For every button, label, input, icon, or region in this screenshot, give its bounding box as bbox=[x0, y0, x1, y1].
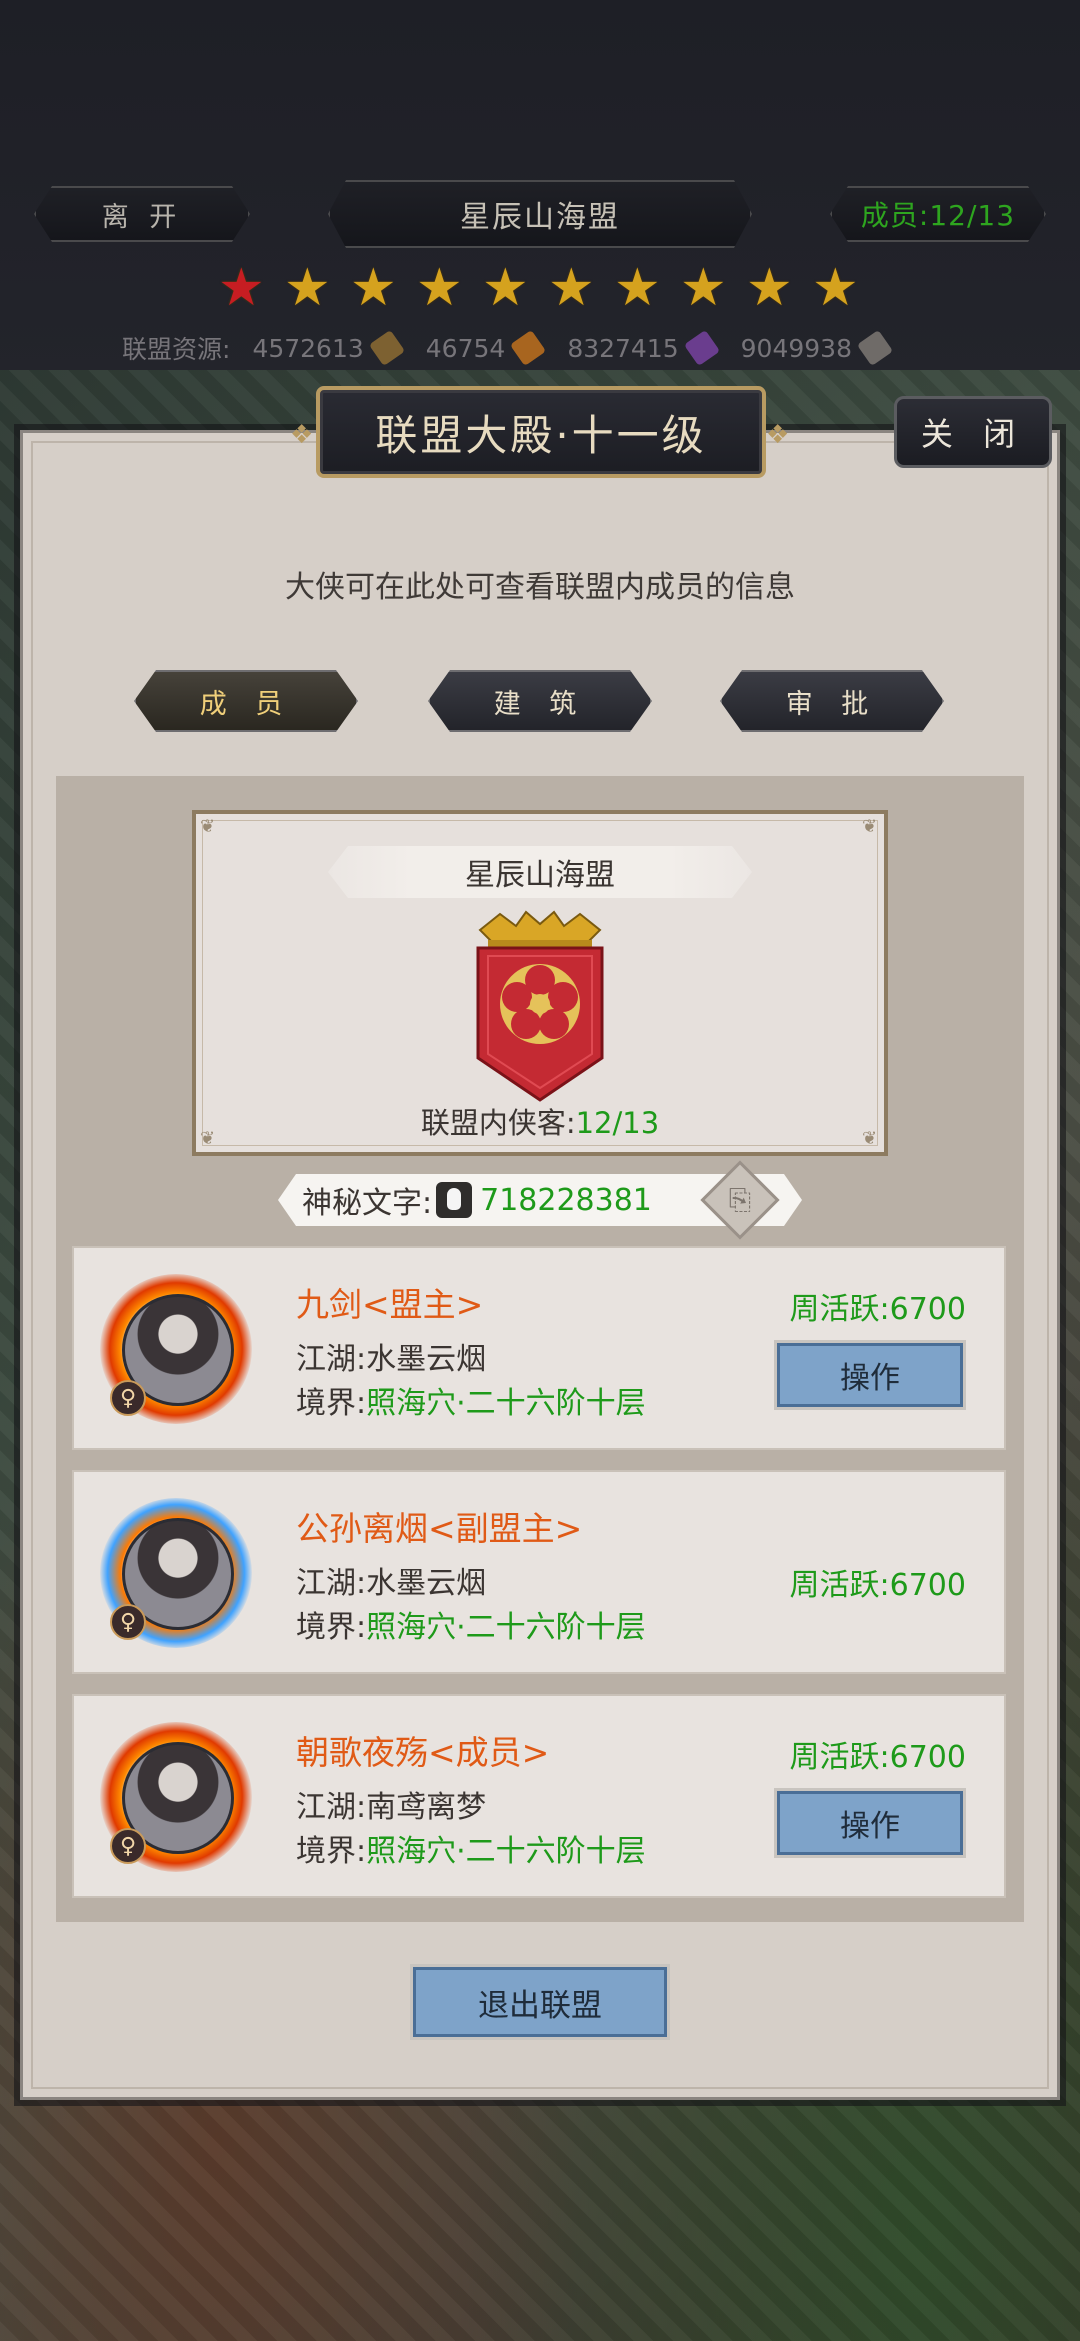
qq-penguin-icon bbox=[436, 1182, 472, 1218]
star-icon: ★ bbox=[416, 258, 463, 318]
star-icon: ★ bbox=[812, 258, 859, 318]
member-name: 公孙离烟<副盟主> bbox=[296, 1509, 583, 1548]
member-realm: 境界:照海穴·二十六阶十层 bbox=[296, 1378, 646, 1422]
realm-value: 照海穴·二十六阶十层 bbox=[366, 1386, 646, 1421]
member-name: 九剑<盟主> bbox=[296, 1285, 484, 1324]
realm-label: 境界: bbox=[296, 1610, 367, 1645]
female-icon: ♀ bbox=[110, 1604, 146, 1640]
alliance-resources: 联盟资源: 4572613 46754 8327415 9049938 bbox=[122, 329, 914, 367]
star-icon: ★ bbox=[218, 258, 265, 318]
realm-label: 境界: bbox=[296, 1834, 367, 1869]
resource-item: 9049938 bbox=[740, 329, 894, 367]
tab-members[interactable]: 成 员 bbox=[134, 670, 358, 732]
realm-value: 照海穴·二十六阶十层 bbox=[366, 1834, 646, 1869]
female-icon: ♀ bbox=[110, 1828, 146, 1864]
alliance-banner-emblem bbox=[476, 910, 604, 1102]
member-name: 朝歌夜殇<成员> bbox=[296, 1733, 550, 1772]
member-jianghu: 江湖:水墨云烟 bbox=[296, 1558, 486, 1602]
close-button[interactable]: 关 闭 bbox=[894, 396, 1052, 468]
operate-button[interactable]: 操作 bbox=[774, 1788, 966, 1858]
scroll-icon bbox=[368, 329, 405, 367]
avatar[interactable]: ♀ bbox=[100, 1274, 252, 1424]
member-weekly-activity: 周活跃:6700 bbox=[789, 1292, 966, 1327]
member-row: ♀ 朝歌夜殇<成员> 江湖:南鸢离梦 境界:照海穴·二十六阶十层 周活跃:670… bbox=[72, 1694, 1006, 1898]
alliance-stars: ★ ★ ★ ★ ★ ★ ★ ★ ★ ★ bbox=[218, 258, 859, 318]
token-icon bbox=[510, 329, 547, 367]
avatar[interactable]: ♀ bbox=[100, 1498, 252, 1648]
realm-value: 照海穴·二十六阶十层 bbox=[366, 1610, 646, 1645]
star-icon: ★ bbox=[746, 258, 793, 318]
panel-title: 联盟大殿·十一级 bbox=[316, 386, 766, 478]
corner-ornament: ❦ bbox=[862, 816, 878, 837]
tab-approval[interactable]: 审 批 bbox=[720, 670, 944, 732]
member-realm: 境界:照海穴·二十六阶十层 bbox=[296, 1826, 646, 1870]
realm-label: 境界: bbox=[296, 1386, 367, 1421]
star-icon: ★ bbox=[350, 258, 397, 318]
copy-icon: ⎘ bbox=[728, 1183, 752, 1216]
star-icon: ★ bbox=[614, 258, 661, 318]
alliance-name: 星辰山海盟 bbox=[328, 846, 752, 898]
secret-value: 718228381 bbox=[480, 1182, 652, 1218]
panel-description: 大侠可在此处可查看联盟内成员的信息 bbox=[285, 570, 795, 605]
operate-button[interactable]: 操作 bbox=[774, 1340, 966, 1410]
resource-value: 4572613 bbox=[252, 333, 364, 363]
member-jianghu: 江湖:水墨云烟 bbox=[296, 1334, 486, 1378]
jianghu-value: 南鸢离梦 bbox=[366, 1790, 487, 1825]
member-weekly-activity: 周活跃:6700 bbox=[789, 1568, 966, 1603]
star-icon: ★ bbox=[680, 258, 727, 318]
count-label: 联盟内侠客: bbox=[420, 1106, 576, 1140]
ingot-icon bbox=[856, 329, 894, 367]
leave-button[interactable]: 离 开 bbox=[34, 186, 250, 242]
alliance-title: 星辰山海盟 bbox=[328, 180, 752, 248]
jianghu-label: 江湖: bbox=[296, 1790, 367, 1825]
member-realm: 境界:照海穴·二十六阶十层 bbox=[296, 1602, 646, 1646]
resource-value: 8327415 bbox=[567, 333, 679, 363]
resource-item: 4572613 bbox=[252, 329, 405, 367]
jianghu-value: 水墨云烟 bbox=[366, 1566, 487, 1601]
resources-label: 联盟资源: bbox=[122, 335, 231, 364]
crystal-icon bbox=[683, 329, 720, 367]
jianghu-label: 江湖: bbox=[296, 1342, 367, 1377]
star-icon: ★ bbox=[548, 258, 595, 318]
quit-alliance-button[interactable]: 退出联盟 bbox=[410, 1964, 670, 2040]
female-icon: ♀ bbox=[110, 1380, 146, 1416]
tab-buildings[interactable]: 建 筑 bbox=[428, 670, 652, 732]
member-row: ♀ 公孙离烟<副盟主> 江湖:水墨云烟 境界:照海穴·二十六阶十层 周活跃:67… bbox=[72, 1470, 1006, 1674]
resource-item: 8327415 bbox=[567, 329, 720, 367]
member-row: ♀ 九剑<盟主> 江湖:水墨云烟 境界:照海穴·二十六阶十层 周活跃:6700 … bbox=[72, 1246, 1006, 1450]
member-weekly-activity: 周活跃:6700 bbox=[789, 1740, 966, 1775]
count-value: 12/13 bbox=[575, 1106, 660, 1140]
resource-value: 46754 bbox=[425, 333, 506, 363]
resource-item: 46754 bbox=[425, 329, 547, 367]
avatar[interactable]: ♀ bbox=[100, 1722, 252, 1872]
members-count-badge[interactable]: 成员:12/13 bbox=[830, 186, 1046, 242]
jianghu-label: 江湖: bbox=[296, 1566, 367, 1601]
corner-ornament: ❦ bbox=[200, 816, 216, 837]
star-icon: ★ bbox=[284, 258, 331, 318]
member-jianghu: 江湖:南鸢离梦 bbox=[296, 1782, 486, 1826]
jianghu-value: 水墨云烟 bbox=[366, 1342, 487, 1377]
resource-value: 9049938 bbox=[740, 333, 852, 363]
title-ornament-right: ❖ bbox=[766, 420, 790, 450]
star-icon: ★ bbox=[482, 258, 529, 318]
alliance-member-count: 联盟内侠客:12/13 bbox=[0, 1100, 1080, 1142]
secret-label: 神秘文字: bbox=[302, 1186, 433, 1221]
